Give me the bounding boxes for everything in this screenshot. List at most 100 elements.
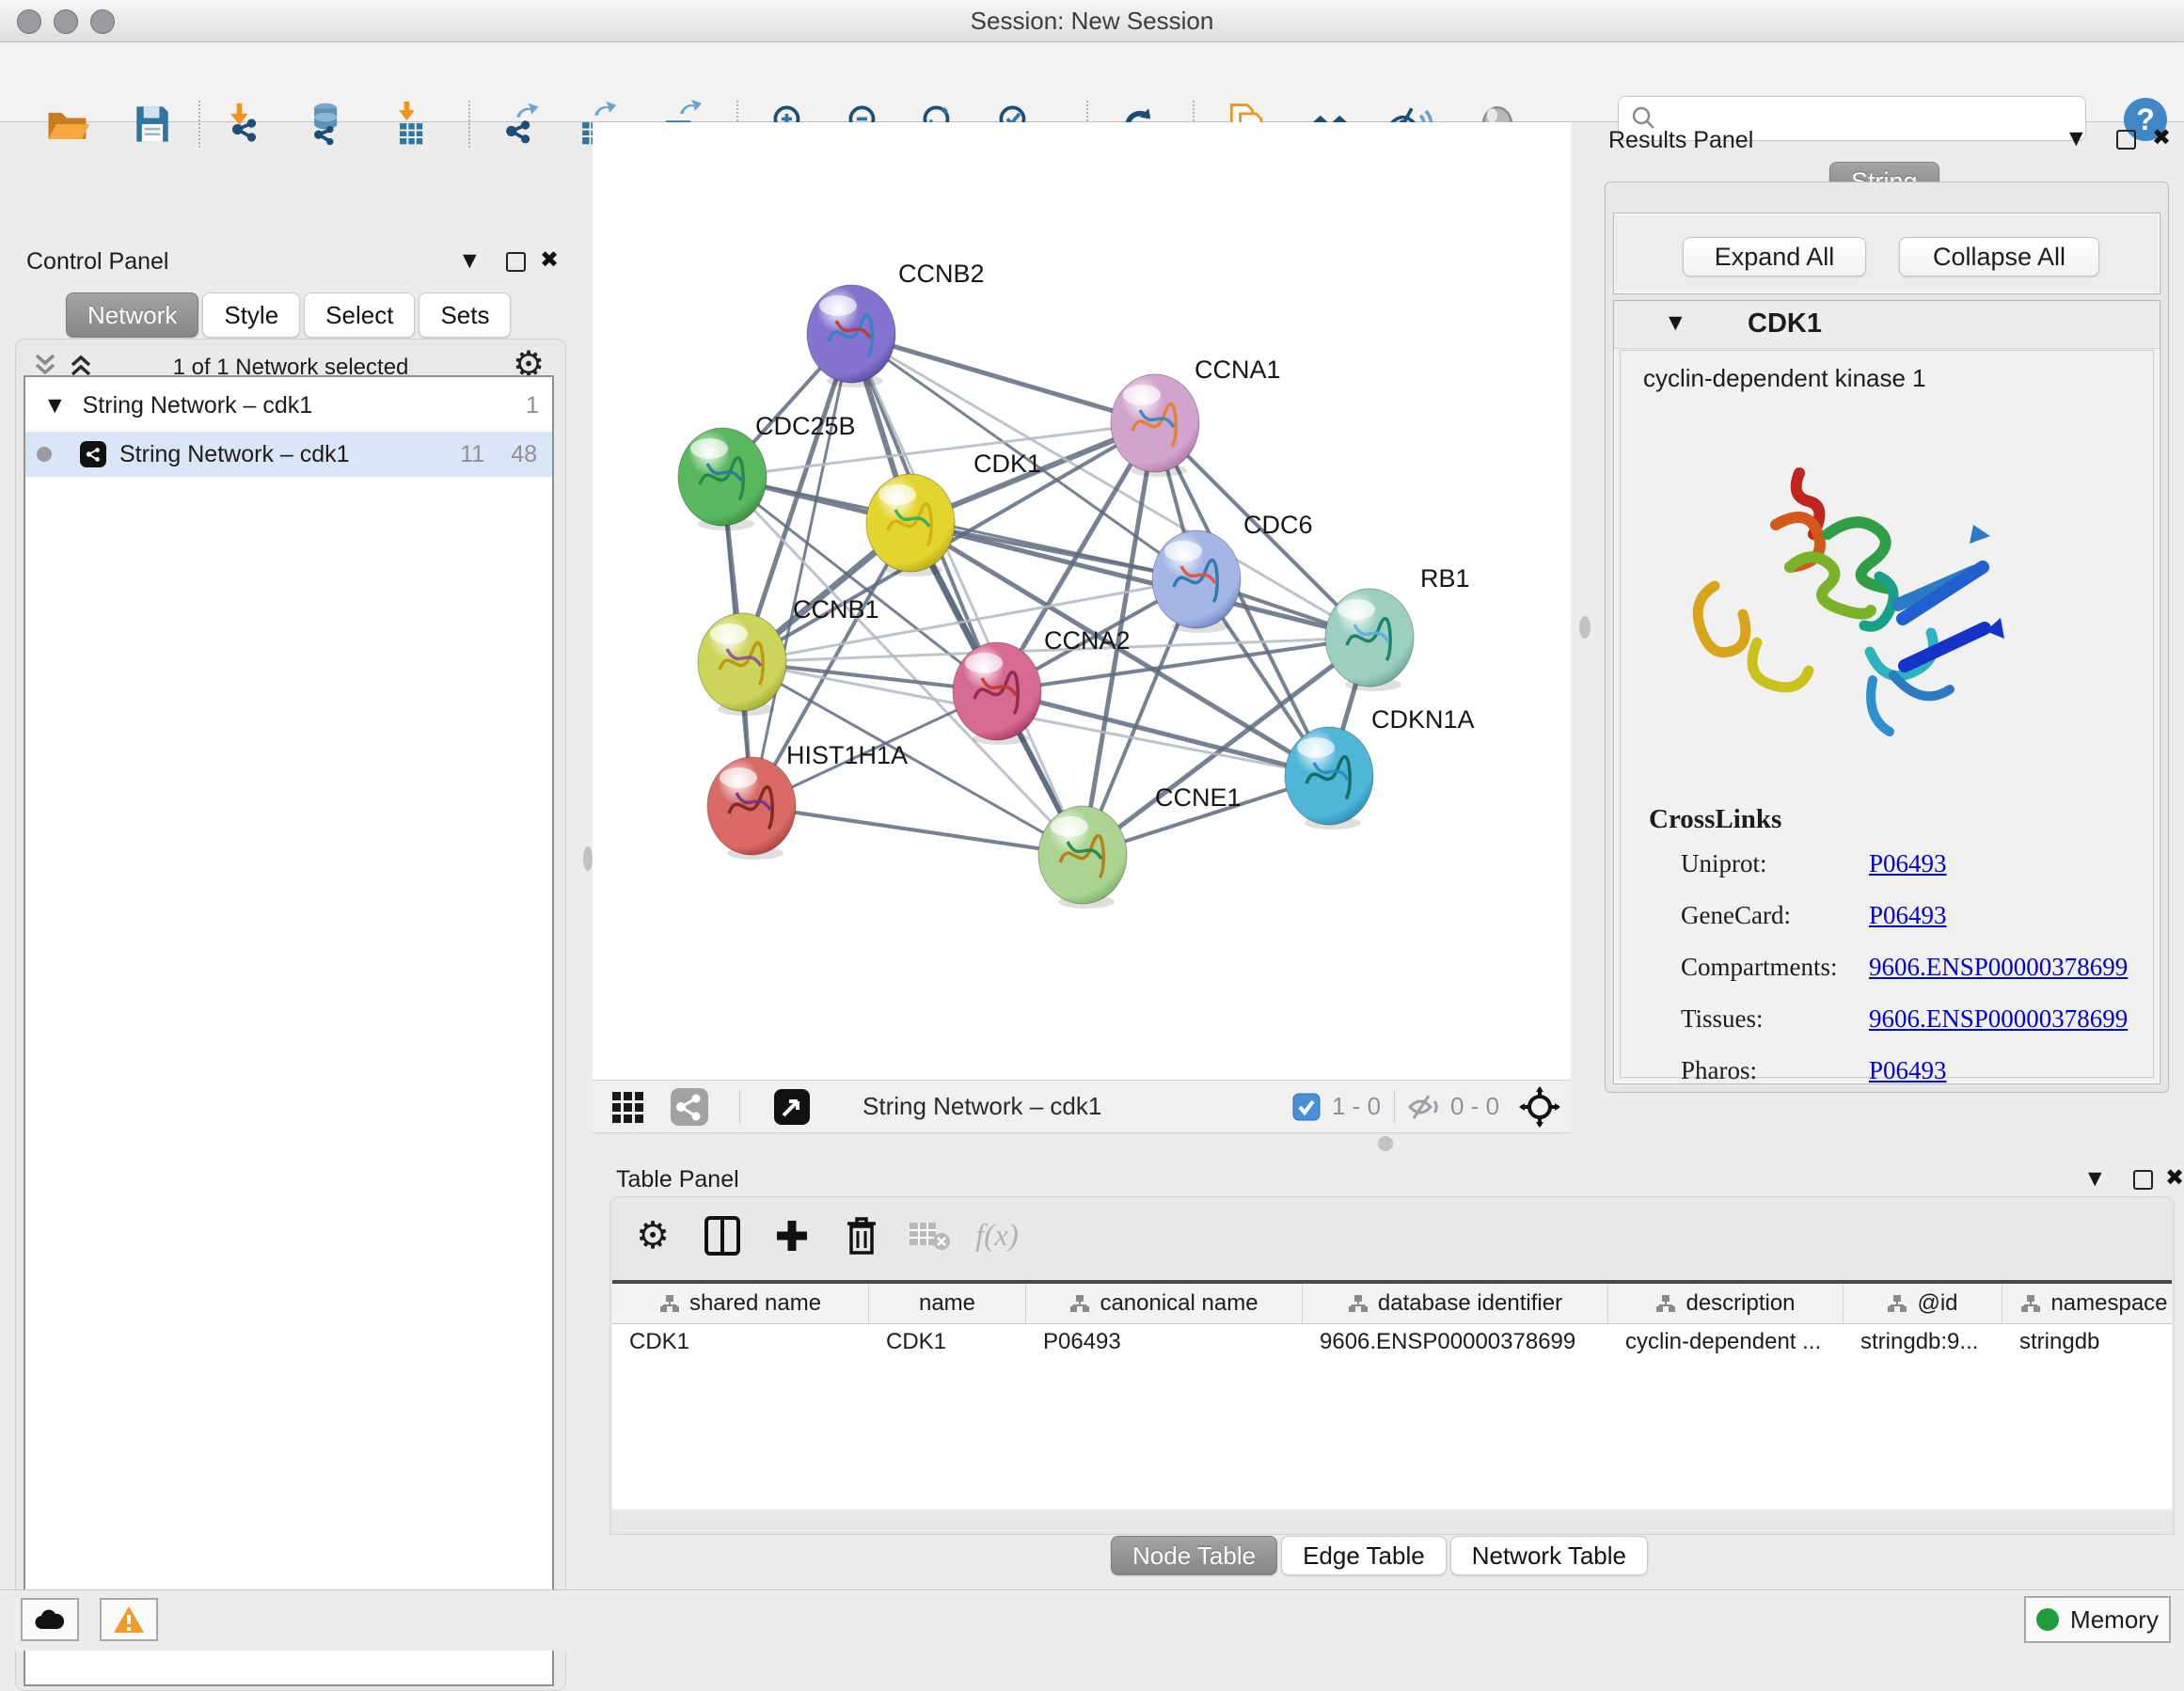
- crosslink-label: Compartments:: [1621, 953, 1869, 982]
- column-header-canonical-name[interactable]: canonical name: [1026, 1284, 1303, 1323]
- column-label: namespace: [2050, 1290, 2167, 1317]
- column-label: description: [1685, 1290, 1795, 1317]
- crosslink-label: Pharos:: [1621, 1056, 1869, 1085]
- expand-all-button[interactable]: Expand All: [1683, 237, 1866, 277]
- delete-table-button[interactable]: [904, 1210, 955, 1261]
- collection-label: String Network – cdk1: [83, 392, 313, 419]
- left-splitter-handle[interactable]: [583, 846, 593, 871]
- crosshair-icon: [1519, 1086, 1560, 1128]
- shared-column-icon: [2020, 1294, 2041, 1313]
- cloud-status-button[interactable]: [21, 1598, 79, 1641]
- network-canvas[interactable]: CCNB2CCNA1CDC25BCDK1CDC6RB1CCNB1CCNA2CDK…: [593, 122, 1571, 1080]
- collection-expand-icon[interactable]: ▼: [48, 395, 62, 416]
- table-cell[interactable]: 9606.ENSP00000378699: [1303, 1323, 1608, 1361]
- crosslink-label: Tissues:: [1621, 1004, 1869, 1034]
- table-panel-float-icon[interactable]: [2133, 1170, 2153, 1190]
- status-bar: Memory: [0, 1589, 2184, 1651]
- control-panel-float-icon[interactable]: [506, 252, 526, 272]
- crosslink-label: GeneCard:: [1621, 901, 1869, 930]
- table-cell[interactable]: stringdb: [2002, 1323, 2172, 1361]
- selected-checkbox[interactable]: [1292, 1081, 1321, 1132]
- plus-icon: [773, 1217, 811, 1255]
- network-collection-row[interactable]: ▼ String Network – cdk1 1: [25, 383, 552, 428]
- network-node-CDC6[interactable]: [1152, 530, 1241, 633]
- network-node-CCNA1[interactable]: [1111, 374, 1199, 477]
- column-header-@id[interactable]: @id: [1844, 1284, 2002, 1323]
- shared-column-icon: [1655, 1294, 1676, 1313]
- main-toolbar: ?: [0, 42, 2184, 122]
- selected-node-edge-counts: 1 - 0: [1332, 1081, 1381, 1132]
- crosslink-link[interactable]: P06493: [1869, 901, 1947, 930]
- tab-sets[interactable]: Sets: [419, 292, 511, 338]
- tab-network[interactable]: Network: [66, 292, 198, 338]
- crosslink-link[interactable]: P06493: [1869, 849, 1947, 878]
- table-panel-collapse-icon[interactable]: ▼: [2088, 1168, 2102, 1189]
- protein-name: CDK1: [1748, 308, 1822, 340]
- external-window-icon: [773, 1088, 811, 1126]
- right-splitter-handle[interactable]: [1579, 616, 1591, 639]
- grid-view-button[interactable]: [610, 1081, 644, 1132]
- network-edge-CCNB2-HIST1H1A[interactable]: [752, 334, 851, 806]
- column-header-description[interactable]: description: [1608, 1284, 1844, 1323]
- control-panel-collapse-icon[interactable]: ▼: [463, 250, 477, 271]
- collapse-all-button[interactable]: Collapse All: [1899, 237, 2099, 277]
- column-header-shared-name[interactable]: shared name: [612, 1284, 869, 1323]
- tab-edge-table[interactable]: Edge Table: [1281, 1536, 1447, 1575]
- memory-button[interactable]: Memory: [2024, 1596, 2171, 1643]
- network-node-CCNB2[interactable]: [807, 285, 895, 387]
- protein-details: cyclin-dependent kinase 1: [1620, 350, 2154, 1078]
- shared-column-icon: [659, 1294, 680, 1313]
- grid-icon: [610, 1090, 644, 1124]
- column-header-name[interactable]: name: [869, 1284, 1026, 1323]
- network-node-CDC25B[interactable]: [678, 428, 767, 530]
- shared-column-icon: [1348, 1294, 1369, 1313]
- network-node-RB1[interactable]: [1325, 589, 1414, 691]
- fit-content-button[interactable]: [1519, 1081, 1560, 1132]
- network-edge-CCNB2-CCNA1[interactable]: [851, 334, 1155, 423]
- network-share-view-button[interactable]: [670, 1081, 709, 1132]
- crosslink-link[interactable]: 9606.ENSP00000378699: [1869, 1004, 2128, 1034]
- create-column-button[interactable]: [767, 1210, 817, 1261]
- crosslink-link[interactable]: P06493: [1869, 1056, 1947, 1085]
- table-cell[interactable]: CDK1: [612, 1323, 869, 1361]
- protein-header[interactable]: ▼ CDK1: [1614, 301, 2160, 349]
- table-cell[interactable]: cyclin-dependent ...: [1608, 1323, 1844, 1361]
- table-row[interactable]: CDK1CDK1P064939606.ENSP00000378699cyclin…: [612, 1323, 2172, 1361]
- column-header-namespace[interactable]: namespace: [2002, 1284, 2172, 1323]
- network-edge-CCNB2-CCNE1[interactable]: [851, 334, 1083, 855]
- delete-column-button[interactable]: [836, 1210, 887, 1261]
- horizontal-splitter-handle[interactable]: [1378, 1136, 1393, 1151]
- tab-network-table[interactable]: Network Table: [1450, 1536, 1648, 1575]
- network-edge-CCNE1-HIST1H1A[interactable]: [752, 806, 1083, 855]
- crosslink-label: Uniprot:: [1621, 849, 1869, 878]
- network-node-HIST1H1A[interactable]: [707, 757, 796, 860]
- hidden-elements-icon[interactable]: [1407, 1081, 1443, 1132]
- table-options-gear-icon[interactable]: ⚙: [627, 1210, 678, 1261]
- node-label-CCNA2: CCNA2: [1044, 626, 1131, 655]
- table-panel-body: ⚙ f(x) shared namenamecanonical namedata…: [609, 1196, 2175, 1535]
- table-cell[interactable]: P06493: [1026, 1323, 1303, 1361]
- results-panel-collapse-icon[interactable]: ▼: [2069, 128, 2083, 149]
- column-header-database-identifier[interactable]: database identifier: [1303, 1284, 1608, 1323]
- results-panel-close-icon[interactable]: ✖: [2152, 124, 2171, 150]
- protein-collapse-icon[interactable]: ▼: [1669, 312, 1683, 333]
- network-node-CDKN1A[interactable]: [1285, 727, 1373, 830]
- warnings-button[interactable]: [100, 1598, 158, 1641]
- trash-icon: [844, 1215, 879, 1256]
- open-view-in-window-button[interactable]: [773, 1081, 811, 1132]
- tab-node-table[interactable]: Node Table: [1111, 1536, 1277, 1575]
- show-columns-button[interactable]: [697, 1210, 748, 1261]
- network-row-selected[interactable]: String Network – cdk1 11 48: [25, 432, 552, 477]
- network-node-CCNE1[interactable]: [1038, 806, 1127, 909]
- table-cell[interactable]: stringdb:9...: [1844, 1323, 2002, 1361]
- apply-function-button[interactable]: f(x): [972, 1210, 1022, 1261]
- results-panel-float-icon[interactable]: [2116, 130, 2136, 150]
- network-node-CDK1[interactable]: [866, 474, 955, 577]
- string-results-container: Expand All Collapse All ▼ CDK1 cyclin-de…: [1605, 182, 2169, 1093]
- tab-style[interactable]: Style: [202, 292, 300, 338]
- control-panel-close-icon[interactable]: ✖: [540, 246, 559, 273]
- crosslink-link[interactable]: 9606.ENSP00000378699: [1869, 953, 2128, 982]
- table-panel-close-icon[interactable]: ✖: [2165, 1164, 2184, 1191]
- table-cell[interactable]: CDK1: [869, 1323, 1026, 1361]
- tab-select[interactable]: Select: [304, 292, 415, 338]
